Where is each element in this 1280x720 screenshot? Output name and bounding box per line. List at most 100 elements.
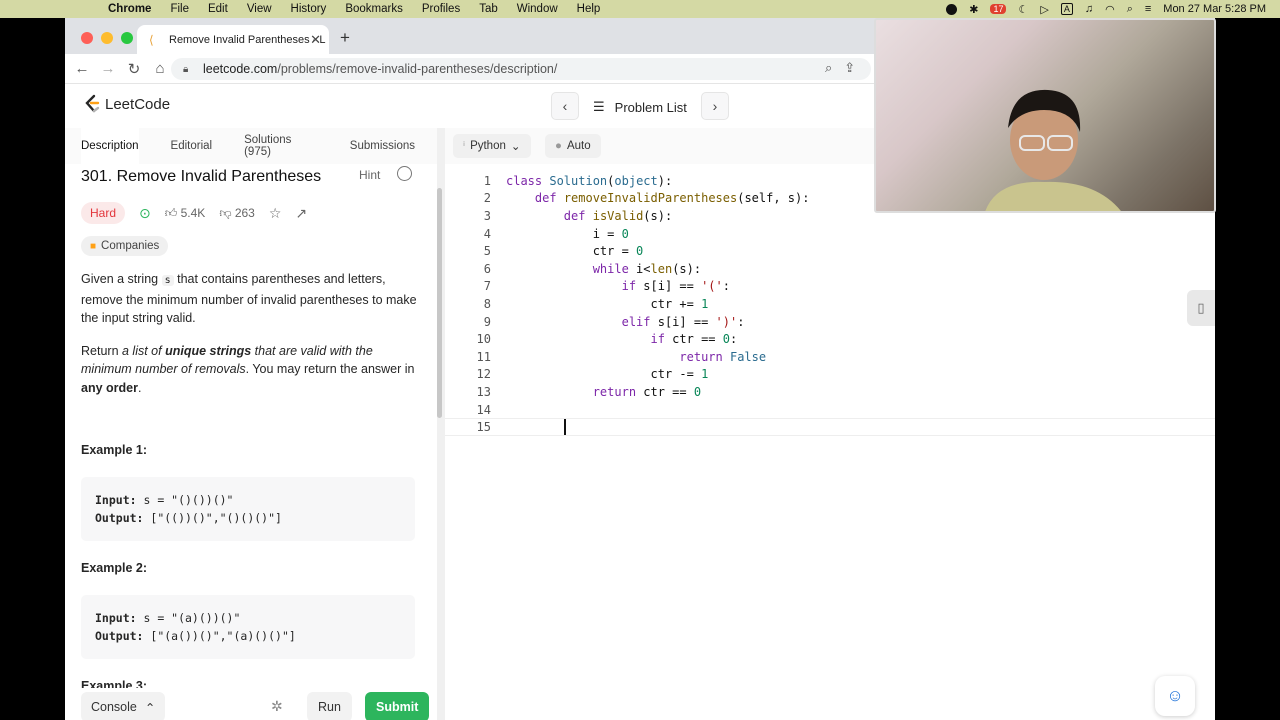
- line-number: 13: [476, 384, 491, 399]
- example-input: s = "(a)())()": [136, 611, 241, 625]
- debug-bug-icon[interactable]: ✲: [271, 698, 283, 715]
- menubar-status-area: ✱ 17 ☾ ▷ A ♫ ◠ ⌕ ≡ Mon 27 Mar 5:28 PM: [946, 0, 1280, 18]
- menu-app-name[interactable]: Chrome: [108, 3, 151, 15]
- autosave-icon: ●: [555, 140, 562, 152]
- statement-bold: any order: [81, 380, 138, 395]
- menu-file[interactable]: File: [170, 3, 189, 15]
- list-icon: ☰: [593, 99, 605, 114]
- menu-view[interactable]: View: [247, 3, 272, 15]
- record-icon[interactable]: [946, 3, 958, 15]
- action-bar: Console ⌃ ✲ Run Submit: [65, 688, 437, 720]
- problem-meta: Hard ⊙ 👍︎ 5.4K 👎︎ 263 ☆ ↗: [81, 202, 421, 224]
- moon-icon[interactable]: ☾: [1018, 3, 1028, 16]
- description-scrollbar[interactable]: [437, 188, 442, 418]
- problem-list-label: Problem List: [614, 99, 687, 115]
- reload-icon[interactable]: ↻: [121, 60, 147, 78]
- tab-submissions[interactable]: Submissions: [350, 140, 415, 152]
- problem-list-button[interactable]: ☰ Problem List: [593, 99, 687, 115]
- code-line: 14: [445, 401, 1215, 419]
- example-input-label: Input:: [95, 611, 137, 625]
- menu-window[interactable]: Window: [517, 3, 558, 15]
- code-line: 4 i = 0: [445, 225, 1215, 243]
- next-problem-button[interactable]: ›: [701, 92, 729, 120]
- search-icon[interactable]: ⌕: [1127, 3, 1133, 16]
- line-number: 9: [483, 314, 491, 329]
- zoom-icon[interactable]: ⌕: [825, 60, 832, 76]
- menu-help[interactable]: Help: [577, 3, 601, 15]
- play-icon[interactable]: ▷: [1040, 3, 1048, 16]
- code-text: [506, 419, 566, 436]
- submit-button[interactable]: Submit: [365, 692, 430, 720]
- statement-bold-italic: unique strings: [165, 343, 252, 358]
- code-line: 9 elif s[i] == ')':: [445, 313, 1215, 331]
- line-number: 14: [476, 402, 491, 417]
- star-icon[interactable]: ☆: [269, 205, 282, 222]
- dislike-button[interactable]: 👎︎ 263: [219, 206, 255, 221]
- example-2-heading: Example 2:: [81, 561, 148, 575]
- wifi-icon[interactable]: ◠: [1105, 3, 1115, 16]
- lock-icon[interactable]: 🔒︎: [183, 64, 188, 75]
- problem-statement-2: Return a list of unique strings that are…: [81, 342, 421, 398]
- calendar-badge[interactable]: 17: [990, 4, 1007, 14]
- menu-edit[interactable]: Edit: [208, 3, 228, 15]
- tab-description[interactable]: Description: [81, 128, 139, 164]
- back-icon[interactable]: ←: [69, 60, 95, 77]
- new-tab-icon[interactable]: +: [340, 28, 350, 48]
- tab-solutions[interactable]: Solutions (975): [244, 134, 318, 158]
- autosave-toggle[interactable]: ● Auto: [545, 134, 601, 158]
- leetcode-favicon-icon: ⟨: [149, 32, 154, 47]
- prev-problem-button[interactable]: ‹: [551, 92, 579, 120]
- menu-tab[interactable]: Tab: [479, 3, 498, 15]
- zoom-window-button[interactable]: [121, 32, 133, 44]
- code-text: ctr = 0: [506, 244, 644, 259]
- language-select[interactable]: ⁱ Python ⌄: [453, 134, 531, 158]
- autosave-label: Auto: [566, 140, 591, 152]
- dislike-count: 263: [234, 205, 255, 220]
- control-center-icon[interactable]: ≡: [1145, 3, 1151, 15]
- like-count: 5.4K: [180, 205, 206, 220]
- like-button[interactable]: 👍︎ 5.4K: [165, 206, 206, 221]
- example-output: ["(())()","()()()"]: [143, 511, 282, 525]
- code-text: def removeInvalidParentheses(self, s):: [534, 191, 810, 206]
- run-button[interactable]: Run: [307, 692, 352, 720]
- code-text: class Solution(object):: [506, 173, 673, 188]
- line-number: 15: [476, 420, 491, 435]
- url-host: leetcode.com: [203, 62, 278, 76]
- close-window-button[interactable]: [81, 32, 93, 44]
- bluetooth-icon[interactable]: ✱: [969, 3, 978, 16]
- tab-editorial[interactable]: Editorial: [171, 140, 213, 152]
- code-text: if s[i] == '(':: [621, 279, 730, 294]
- line-number: 12: [476, 367, 491, 382]
- forward-icon[interactable]: →: [95, 60, 121, 77]
- menu-bookmarks[interactable]: Bookmarks: [345, 3, 403, 15]
- menu-profiles[interactable]: Profiles: [422, 3, 460, 15]
- share-icon[interactable]: ⇪: [844, 60, 855, 76]
- menu-history[interactable]: History: [291, 3, 327, 15]
- line-number: 10: [476, 332, 491, 347]
- home-icon[interactable]: ⌂: [147, 60, 173, 77]
- volume-icon[interactable]: ♫: [1085, 3, 1093, 15]
- webcam-overlay: [874, 18, 1216, 213]
- statement-italic: a list of: [122, 343, 166, 358]
- line-number: 6: [483, 261, 491, 276]
- line-number: 4: [483, 226, 491, 241]
- browser-tab[interactable]: ⟨ Remove Invalid Parentheses - L ✕: [137, 25, 329, 54]
- companies-tag[interactable]: ■ Companies: [81, 236, 169, 256]
- hint-icon[interactable]: [397, 166, 412, 181]
- input-icon[interactable]: A: [1060, 3, 1073, 15]
- url-field[interactable]: 🔒︎ leetcode.com/problems/remove-invalid-…: [171, 58, 871, 80]
- chat-assistant-icon[interactable]: ☺: [1155, 676, 1195, 716]
- console-button[interactable]: Console ⌃: [81, 692, 166, 720]
- datetime[interactable]: Mon 27 Mar 5:28 PM: [1163, 3, 1266, 15]
- problem-description: 301. Remove Invalid Parentheses Hint Har…: [81, 166, 421, 693]
- document-icon[interactable]: ▯: [1187, 290, 1215, 326]
- minimize-window-button[interactable]: [101, 32, 113, 44]
- hint-label[interactable]: Hint: [359, 168, 380, 182]
- leetcode-logo[interactable]: LeetCode: [83, 94, 170, 114]
- close-tab-icon[interactable]: ✕: [310, 32, 321, 48]
- companies-label: Companies: [101, 240, 160, 252]
- language-icon: ⁱ: [463, 141, 466, 153]
- share-link-icon[interactable]: ↗: [295, 205, 307, 222]
- line-number: 5: [483, 244, 491, 259]
- code-line: 10 if ctr == 0:: [445, 330, 1215, 348]
